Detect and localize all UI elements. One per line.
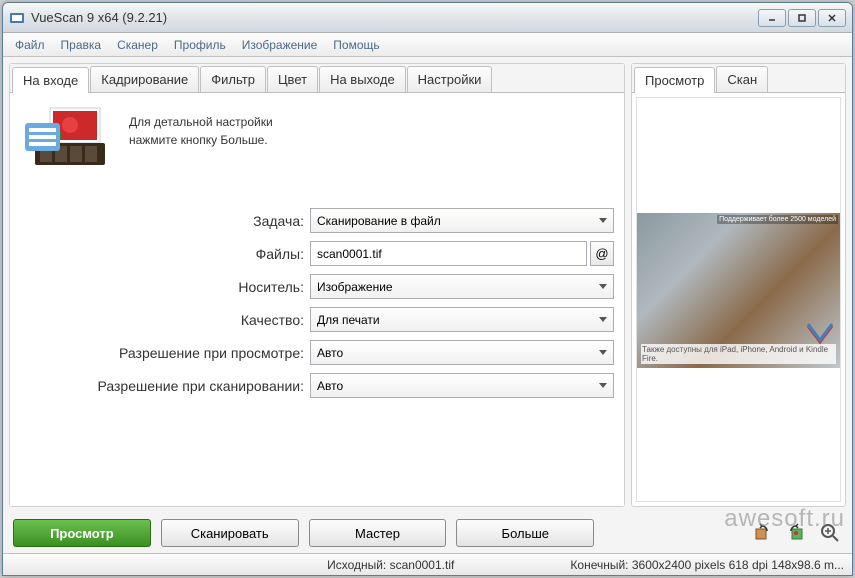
preview-panel: Просмотр Скан Поддерживает более 2500 мо… xyxy=(631,63,846,507)
select-scan-res[interactable]: Авто xyxy=(310,373,614,398)
chevron-down-icon xyxy=(599,383,607,388)
rotate-right-icon[interactable] xyxy=(784,521,808,545)
preview-button[interactable]: Просмотр xyxy=(13,519,151,547)
row-preview-res: Разрешение при просмотре: Авто xyxy=(20,340,614,365)
tab-crop[interactable]: Кадрирование xyxy=(90,66,199,92)
preview-top-caption: Поддерживает более 2500 моделей xyxy=(717,215,838,224)
tab-input[interactable]: На входе xyxy=(12,67,89,93)
chevron-down-icon xyxy=(599,350,607,355)
statusbar: Исходный: scan0001.tif Конечный: 3600x24… xyxy=(3,553,852,575)
minimize-button[interactable] xyxy=(758,9,786,27)
tab-preview[interactable]: Просмотр xyxy=(634,67,715,93)
intro-line2: нажмите кнопку Больше. xyxy=(129,131,273,149)
preview-caption: Также доступны для iPad, iPhone, Android… xyxy=(641,344,836,364)
select-preview-res[interactable]: Авто xyxy=(310,340,614,365)
tab-prefs[interactable]: Настройки xyxy=(407,66,493,92)
row-media: Носитель: Изображение xyxy=(20,274,614,299)
preview-image: Поддерживает более 2500 моделей Также до… xyxy=(637,213,840,368)
chevron-down-icon xyxy=(599,284,607,289)
select-task[interactable]: Сканирование в файл xyxy=(310,208,614,233)
at-button[interactable]: @ xyxy=(590,241,614,266)
app-window: VueScan 9 x64 (9.2.21) Файл Правка Скане… xyxy=(2,2,853,576)
preview-tabs: Просмотр Скан xyxy=(632,64,845,93)
tab-color[interactable]: Цвет xyxy=(267,66,318,92)
menu-scanner[interactable]: Сканер xyxy=(109,35,166,55)
window-controls xyxy=(758,9,846,27)
row-scan-res: Разрешение при сканировании: Авто xyxy=(20,373,614,398)
intro-text: Для детальной настройки нажмите кнопку Б… xyxy=(129,103,273,149)
status-output: Конечный: 3600x2400 pixels 618 dpi 148x9… xyxy=(570,558,844,572)
close-button[interactable] xyxy=(818,9,846,27)
chevron-down-icon xyxy=(599,218,607,223)
input-files[interactable]: scan0001.tif xyxy=(310,241,587,266)
label-task: Задача: xyxy=(20,213,310,229)
menu-help[interactable]: Помощь xyxy=(325,35,387,55)
label-media: Носитель: xyxy=(20,279,310,295)
content-area: На входе Кадрирование Фильтр Цвет На вых… xyxy=(3,57,852,513)
action-bar: Просмотр Сканировать Мастер Больше xyxy=(3,513,852,553)
input-tab-content: Для детальной настройки нажмите кнопку Б… xyxy=(10,93,624,506)
label-preview-res: Разрешение при просмотре: xyxy=(20,345,310,361)
intro-line1: Для детальной настройки xyxy=(129,113,273,131)
label-scan-res: Разрешение при сканировании: xyxy=(20,378,310,394)
app-icon xyxy=(9,10,25,26)
select-media[interactable]: Изображение xyxy=(310,274,614,299)
menu-profile[interactable]: Профиль xyxy=(166,35,234,55)
vuescan-logo-icon xyxy=(804,322,836,346)
window-title: VueScan 9 x64 (9.2.21) xyxy=(31,10,758,25)
row-files: Файлы: scan0001.tif @ xyxy=(20,241,614,266)
intro-block: Для детальной настройки нажмите кнопку Б… xyxy=(20,103,614,178)
select-quality[interactable]: Для печати xyxy=(310,307,614,332)
status-source: Исходный: scan0001.tif xyxy=(11,558,570,572)
wizard-button[interactable]: Мастер xyxy=(309,519,447,547)
settings-panel: На входе Кадрирование Фильтр Цвет На вых… xyxy=(9,63,625,507)
more-button[interactable]: Больше xyxy=(456,519,594,547)
menubar: Файл Правка Сканер Профиль Изображение П… xyxy=(3,33,852,57)
menu-file[interactable]: Файл xyxy=(7,35,53,55)
preview-area[interactable]: Поддерживает более 2500 моделей Также до… xyxy=(636,97,841,502)
label-files: Файлы: xyxy=(20,246,310,262)
tab-filter[interactable]: Фильтр xyxy=(200,66,266,92)
row-task: Задача: Сканирование в файл xyxy=(20,208,614,233)
scan-button[interactable]: Сканировать xyxy=(161,519,299,547)
label-quality: Качество: xyxy=(20,312,310,328)
menu-edit[interactable]: Правка xyxy=(53,35,110,55)
menu-image[interactable]: Изображение xyxy=(234,35,326,55)
zoom-icon[interactable] xyxy=(818,521,842,545)
maximize-button[interactable] xyxy=(788,9,816,27)
intro-icon xyxy=(20,103,115,178)
tab-scan[interactable]: Скан xyxy=(716,66,768,92)
chevron-down-icon xyxy=(599,317,607,322)
tab-output[interactable]: На выходе xyxy=(319,66,406,92)
row-quality: Качество: Для печати xyxy=(20,307,614,332)
rotate-left-icon[interactable] xyxy=(750,521,774,545)
titlebar: VueScan 9 x64 (9.2.21) xyxy=(3,3,852,33)
settings-tabs: На входе Кадрирование Фильтр Цвет На вых… xyxy=(10,64,624,93)
